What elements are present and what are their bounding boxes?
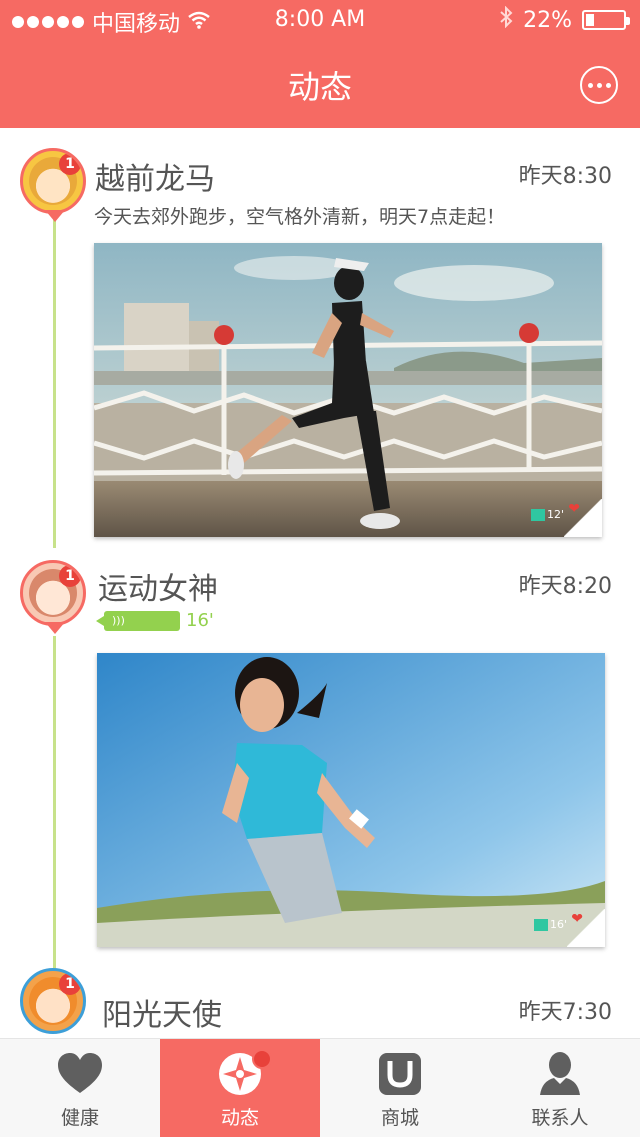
page-title: 动态 [287, 68, 352, 106]
status-right: 22% [499, 5, 630, 34]
status-bar: 中国移动 8:00 AM 22% [0, 0, 640, 40]
more-dot [596, 82, 602, 88]
tab-moments[interactable]: 动态 [160, 1039, 320, 1137]
tab-label: 动态 [220, 1107, 259, 1129]
post-text: 今天去郊外跑步，空气格外清新，明天7点走起！ [94, 206, 506, 228]
tab-label: 商城 [380, 1107, 419, 1129]
media-square-icon [533, 918, 548, 931]
more-dot [587, 82, 593, 88]
battery-percent: 22% [523, 7, 572, 33]
notification-badge: 1 [59, 153, 81, 175]
heart-icon [56, 1051, 104, 1097]
bluetooth-icon [499, 5, 513, 34]
avatar[interactable]: 1 [20, 560, 86, 626]
user-name[interactable]: 阳光天使 [102, 990, 222, 1034]
notification-dot [252, 1049, 272, 1069]
notification-badge: 1 [59, 973, 81, 995]
tab-shop[interactable]: 商城 [320, 1039, 480, 1137]
notification-badge: 1 [59, 565, 81, 587]
user-name[interactable]: 运动女神 [98, 564, 218, 608]
timeline-line [53, 636, 56, 970]
avatar[interactable]: 1 [20, 148, 86, 214]
more-options-button[interactable] [580, 66, 618, 104]
tab-contacts[interactable]: 联系人 [480, 1039, 640, 1137]
tab-health[interactable]: 健康 [0, 1039, 160, 1137]
more-dot [605, 82, 611, 88]
tab-label: 健康 [60, 1107, 99, 1129]
voice-bar[interactable]: ))) [96, 610, 180, 631]
timeline-line [53, 218, 56, 548]
post-photo[interactable]: 12' ❤ [94, 243, 602, 537]
media-square-icon [530, 508, 545, 521]
person-icon [536, 1051, 584, 1097]
running-photo [94, 243, 602, 537]
tab-bar: 健康 动态 商城 联系人 [0, 1038, 640, 1137]
battery-icon [582, 10, 630, 30]
avatar[interactable]: 1 [20, 968, 86, 1034]
avatar-pointer [45, 210, 65, 222]
user-name[interactable]: 越前龙马 [95, 154, 215, 198]
photo-duration-badge: 16' [533, 918, 567, 931]
like-heart-icon[interactable]: ❤ [571, 911, 583, 927]
post-time: 昨天8:20 [518, 574, 612, 599]
voice-message[interactable]: ))) 16' [96, 610, 214, 631]
voice-duration: 16' [186, 610, 214, 631]
feed[interactable]: 1 越前龙马 昨天8:30 今天去郊外跑步，空气格外清新，明天7点走起！ 12'… [0, 128, 640, 1038]
tab-label: 联系人 [531, 1107, 589, 1129]
post-time: 昨天8:30 [518, 164, 612, 189]
running-woman-photo [97, 653, 605, 947]
photo-duration: 12' [546, 508, 564, 521]
avatar-pointer [45, 622, 65, 634]
battery-fill [586, 14, 594, 26]
post-photo[interactable]: 16' ❤ [97, 653, 605, 947]
shop-bag-icon [376, 1051, 424, 1097]
header: 中国移动 8:00 AM 22% 动态 [0, 0, 640, 128]
post-time: 昨天7:30 [518, 1000, 612, 1025]
sound-wave-icon: ))) [112, 613, 125, 627]
photo-duration: 16' [549, 918, 567, 931]
photo-duration-badge: 12' [530, 508, 564, 521]
like-heart-icon[interactable]: ❤ [568, 501, 580, 517]
